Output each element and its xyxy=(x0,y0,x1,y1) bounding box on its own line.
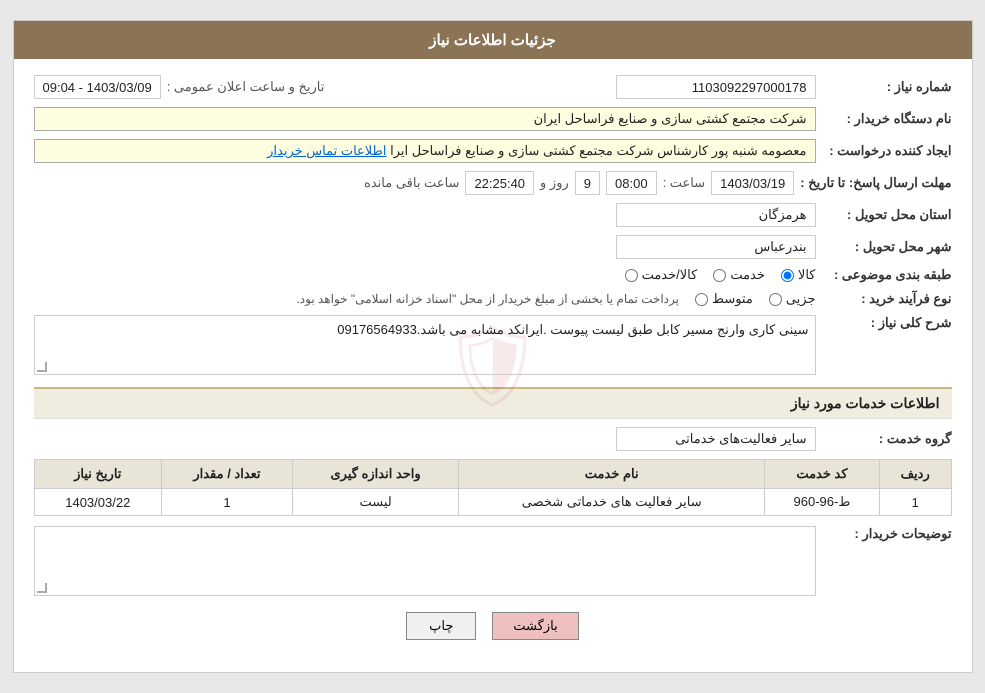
tabaqe-row: طبقه بندی موضوعی : کالا خدمت کالا/خدمت xyxy=(34,267,952,283)
dastgah-row: نام دستگاه خریدار : شرکت مجتمع کشتی سازی… xyxy=(34,107,952,131)
radio-mottavasset-input[interactable] xyxy=(695,293,708,306)
ijad-row: ایجاد کننده درخواست : معصومه شنبه پور کا… xyxy=(34,139,952,163)
dastgah-label: نام دستگاه خریدار : xyxy=(822,111,952,127)
group-label: گروه خدمت : xyxy=(822,431,952,447)
cell-radif: 1 xyxy=(879,489,951,516)
mohlat-day-label: روز و xyxy=(540,175,569,191)
col-radif: ردیف xyxy=(879,460,951,489)
radio-kala[interactable]: کالا xyxy=(781,267,816,283)
col-name: نام خدمت xyxy=(459,460,765,489)
shahr-value: بندرعباس xyxy=(616,235,816,259)
buyer-desc-box xyxy=(34,526,816,596)
ostan-label: استان محل تحویل : xyxy=(822,207,952,223)
mohlat-date: 1403/03/19 xyxy=(711,171,794,195)
ostan-row: استان محل تحویل : هرمزگان xyxy=(34,203,952,227)
buyer-desc-wrapper xyxy=(34,526,816,596)
page-wrapper: جزئیات اطلاعات نیاز 🛡 شماره نیاز : 11030… xyxy=(13,20,973,673)
radio-khedmat-input[interactable] xyxy=(713,269,726,282)
table-row: 1 ط-96-960 سایر فعالیت های خدماتی شخصی ل… xyxy=(34,489,951,516)
radio-jozi[interactable]: جزیی xyxy=(769,291,816,307)
content-area: 🛡 شماره نیاز : 1103092297000178 تاریخ و … xyxy=(14,59,972,672)
mohlat-label: مهلت ارسال پاسخ: تا تاریخ : xyxy=(800,175,951,191)
mohlat-time: 08:00 xyxy=(606,171,657,195)
shomara-niaz-value: 1103092297000178 xyxy=(616,75,816,99)
radio-kala-khedmat[interactable]: کالا/خدمت xyxy=(625,267,698,283)
buyer-desc-label: توضیحات خریدار : xyxy=(822,526,952,542)
shahr-label: شهر محل تحویل : xyxy=(822,239,952,255)
description-wrapper: سینی کاری وارنج مسیر کابل طبق لیست پیوست… xyxy=(34,315,816,375)
contact-link[interactable]: اطلاعات تماس خریدار xyxy=(267,143,386,159)
noee-label: نوع فرآیند خرید : xyxy=(822,291,952,307)
group-row: گروه خدمت : سایر فعالیت‌های خدماتی xyxy=(34,427,952,451)
cell-name: سایر فعالیت های خدماتی شخصی xyxy=(459,489,765,516)
description-row: شرح کلی نیاز : سینی کاری وارنج مسیر کابل… xyxy=(34,315,952,375)
group-value: سایر فعالیت‌های خدماتی xyxy=(616,427,816,451)
cell-date: 1403/03/22 xyxy=(34,489,162,516)
ijad-value: معصومه شنبه پور کارشناس شرکت مجتمع کشتی … xyxy=(34,139,816,163)
radio-khedmat-label: خدمت xyxy=(730,267,765,283)
radio-kala-label: کالا xyxy=(798,267,816,283)
tarik-label: تاریخ و ساعت اعلان عمومی : xyxy=(167,79,325,95)
col-code: کد خدمت xyxy=(765,460,880,489)
ostan-value: هرمزگان xyxy=(616,203,816,227)
col-date: تاریخ نیاز xyxy=(34,460,162,489)
radio-jozi-label: جزیی xyxy=(786,291,816,307)
print-button[interactable]: چاپ xyxy=(406,612,476,640)
noee-radio-group: جزیی متوسط xyxy=(695,291,816,307)
back-button[interactable]: بازگشت xyxy=(492,612,578,640)
tabaqe-radio-group: کالا خدمت کالا/خدمت xyxy=(625,267,816,283)
dastgah-value: شرکت مجتمع کشتی سازی و صنایع فراساحل ایر… xyxy=(34,107,816,131)
cell-unit: لیست xyxy=(292,489,459,516)
description-text: سینی کاری وارنج مسیر کابل طبق لیست پیوست… xyxy=(337,322,808,337)
niaz-row: شماره نیاز : 1103092297000178 تاریخ و سا… xyxy=(34,75,952,99)
table-header-row: ردیف کد خدمت نام خدمت واحد اندازه گیری ت… xyxy=(34,460,951,489)
services-section-header: اطلاعات خدمات مورد نیاز xyxy=(34,387,952,419)
mohlat-row: مهلت ارسال پاسخ: تا تاریخ : 1403/03/19 س… xyxy=(34,171,952,195)
shahr-row: شهر محل تحویل : بندرعباس xyxy=(34,235,952,259)
mohlat-remaining: 22:25:40 xyxy=(465,171,534,195)
page-title: جزئیات اطلاعات نیاز xyxy=(14,21,972,59)
col-count: تعداد / مقدار xyxy=(162,460,293,489)
radio-jozi-input[interactable] xyxy=(769,293,782,306)
tabaqe-label: طبقه بندی موضوعی : xyxy=(822,267,952,283)
services-table: ردیف کد خدمت نام خدمت واحد اندازه گیری ت… xyxy=(34,459,952,516)
button-row: بازگشت چاپ xyxy=(34,612,952,656)
buyer-desc-row: توضیحات خریدار : xyxy=(34,526,952,596)
mohlat-remaining-label: ساعت باقی مانده xyxy=(364,175,459,191)
radio-mottavasset[interactable]: متوسط xyxy=(695,291,753,307)
radio-kala-input[interactable] xyxy=(781,269,794,282)
cell-code: ط-96-960 xyxy=(765,489,880,516)
cell-count: 1 xyxy=(162,489,293,516)
noee-note: پرداخت تمام یا بخشی از مبلغ خریدار از مح… xyxy=(296,292,679,306)
description-label: شرح کلی نیاز : xyxy=(822,315,952,331)
radio-khedmat[interactable]: خدمت xyxy=(713,267,765,283)
mohlat-time-label: ساعت : xyxy=(663,175,706,191)
resize-handle[interactable] xyxy=(37,362,47,372)
radio-kala-khedmat-input[interactable] xyxy=(625,269,638,282)
mohlat-day: 9 xyxy=(575,171,600,195)
radio-kala-khedmat-label: کالا/خدمت xyxy=(642,267,698,283)
buyer-desc-resize[interactable] xyxy=(37,583,47,593)
shomara-niaz-label: شماره نیاز : xyxy=(822,79,952,95)
description-box: سینی کاری وارنج مسیر کابل طبق لیست پیوست… xyxy=(34,315,816,375)
radio-mottavasset-label: متوسط xyxy=(712,291,753,307)
noee-row: نوع فرآیند خرید : جزیی متوسط پرداخت تمام… xyxy=(34,291,952,307)
tarik-value: 1403/03/09 - 09:04 xyxy=(34,75,161,99)
col-unit: واحد اندازه گیری xyxy=(292,460,459,489)
ijad-label: ایجاد کننده درخواست : xyxy=(822,143,952,159)
